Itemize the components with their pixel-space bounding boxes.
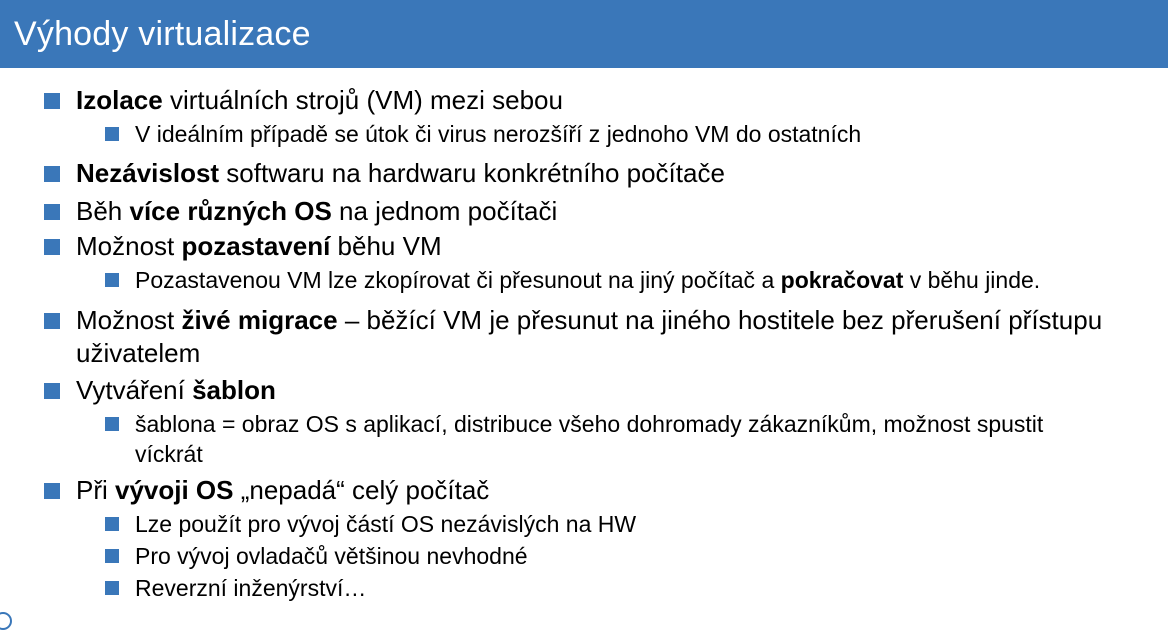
list-item: Izolace virtuálních strojů (VM) mezi seb…	[44, 84, 563, 117]
list-item-text: Nezávislost softwaru na hardwaru konkrét…	[76, 158, 725, 188]
square-bullet-icon	[44, 313, 60, 329]
corner-decoration-icon	[0, 612, 12, 630]
square-bullet-icon	[44, 93, 60, 109]
list-item-text: Reverzní inženýrství…	[135, 575, 367, 601]
list-item: Pozastavenou VM lze zkopírovat či přesun…	[105, 265, 1040, 295]
list-item-text: šablona = obraz OS s aplikací, distribuc…	[135, 411, 1044, 467]
square-bullet-icon	[44, 166, 60, 182]
list-item: V ideálním případě se útok či virus nero…	[105, 119, 861, 149]
square-bullet-icon	[105, 127, 119, 141]
list-item: Reverzní inženýrství…	[105, 573, 366, 603]
title-bar: Výhody virtualizace	[0, 0, 1168, 68]
list-item: Vytváření šablon	[44, 374, 276, 407]
list-item-text: Při vývoji OS „nepadá“ celý počítač	[76, 475, 490, 505]
list-item-text: Běh více různých OS na jednom počítači	[76, 196, 558, 226]
list-item: Běh více různých OS na jednom počítači	[44, 195, 557, 228]
list-item: šablona = obraz OS s aplikací, distribuc…	[105, 409, 1115, 469]
list-item-text: Možnost pozastavení běhu VM	[76, 231, 442, 261]
square-bullet-icon	[44, 383, 60, 399]
list-item-text: Pozastavenou VM lze zkopírovat či přesun…	[135, 267, 1041, 293]
list-item-text: Vytváření šablon	[76, 375, 276, 405]
slide-title: Výhody virtualizace	[14, 14, 311, 53]
list-item: Pro vývoj ovladačů většinou nevhodné	[105, 541, 528, 571]
square-bullet-icon	[44, 239, 60, 255]
list-item-text: Izolace virtuálních strojů (VM) mezi seb…	[76, 85, 563, 115]
square-bullet-icon	[44, 204, 60, 220]
square-bullet-icon	[105, 517, 119, 531]
list-item: Nezávislost softwaru na hardwaru konkrét…	[44, 157, 725, 190]
square-bullet-icon	[105, 581, 119, 595]
square-bullet-icon	[105, 417, 119, 431]
list-item-text: V ideálním případě se útok či virus nero…	[135, 121, 862, 147]
square-bullet-icon	[105, 549, 119, 563]
list-item-text: Lze použít pro vývoj částí OS nezávislýc…	[135, 511, 637, 537]
square-bullet-icon	[105, 273, 119, 287]
list-item-text: Možnost živé migrace – běžící VM je přes…	[76, 305, 1103, 368]
list-item: Možnost pozastavení běhu VM	[44, 230, 442, 263]
list-item: Při vývoji OS „nepadá“ celý počítač	[44, 474, 489, 507]
list-item-text: Pro vývoj ovladačů většinou nevhodné	[135, 543, 528, 569]
square-bullet-icon	[44, 483, 60, 499]
list-item: Možnost živé migrace – běžící VM je přes…	[44, 304, 1124, 370]
list-item: Lze použít pro vývoj částí OS nezávislýc…	[105, 509, 636, 539]
